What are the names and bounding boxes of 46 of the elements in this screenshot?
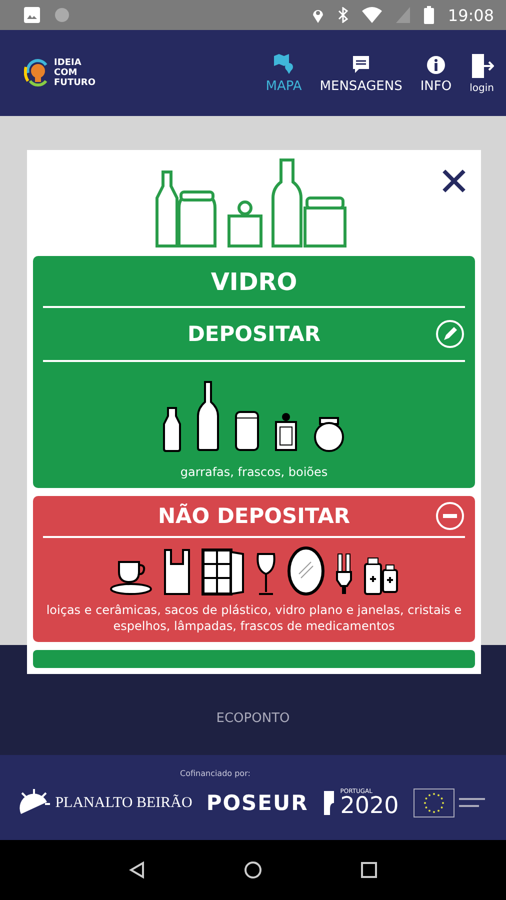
section-caption: garrafas, frascos, boiões [180, 464, 328, 480]
nav-tab[interactable]: INFO [420, 54, 452, 94]
wifi-icon [362, 7, 382, 23]
bluetooth-icon [338, 7, 348, 23]
wine-glass-icon [255, 552, 277, 596]
light-bulb-icon [335, 552, 353, 596]
info-icon [426, 54, 446, 74]
status-time: 19:08 [448, 6, 494, 24]
ecoponto-button[interactable]: ECOPONTO [210, 710, 296, 727]
door-icon [470, 52, 494, 78]
chat-bubble-icon [351, 54, 372, 74]
battery-icon [424, 6, 434, 24]
image-icon [24, 7, 40, 23]
perfume-bottle-icon [274, 412, 298, 452]
section-heading: DEPOSITAR [187, 322, 321, 346]
jar-icon [234, 410, 260, 452]
no-signal-icon [396, 7, 410, 23]
section-heading: NÃO DEPOSITAR [158, 504, 350, 528]
mirror-icon [287, 546, 325, 596]
location-pin-icon [312, 7, 324, 23]
logo-text: IDEIA [54, 58, 82, 68]
material-title: VIDRO [43, 256, 465, 308]
milk-bottle-icon [162, 406, 182, 452]
circle-icon [54, 7, 70, 23]
minus-circle-icon[interactable] [435, 501, 465, 531]
back-icon[interactable] [129, 861, 146, 879]
wine-bottle-icon [196, 380, 220, 452]
logo-text: COM [54, 68, 78, 78]
logo-text: FUTURO [54, 78, 96, 88]
cofinanced-label: Cofinanciado por: [180, 769, 250, 778]
partner-logo-text: POSEUR [206, 791, 308, 815]
round-jar-icon [312, 416, 346, 452]
nav-tab[interactable]: login [470, 52, 494, 94]
map-pin-icon [272, 52, 295, 74]
partner-logo-text: PLANALTO BEIRÃO [55, 794, 192, 812]
home-icon[interactable] [244, 861, 262, 879]
partner-logo-text: 2020 [340, 794, 399, 818]
nav-tab[interactable]: MAPA [266, 52, 302, 94]
medicine-bottles-icon [363, 556, 399, 596]
plastic-bag-icon [163, 548, 191, 596]
section-caption: loiças e cerâmicas, sacos de plástico, vidro plano e janelas, cristais e espelhos, lâmpadas, frascos de medicamentos [45, 602, 463, 634]
nav-tab[interactable]: MENSAGENS [320, 54, 402, 94]
leaf-logo-icon [322, 789, 336, 817]
recents-icon[interactable] [360, 862, 377, 878]
pencil-circle-icon[interactable] [435, 319, 465, 349]
window-icon [201, 548, 245, 596]
